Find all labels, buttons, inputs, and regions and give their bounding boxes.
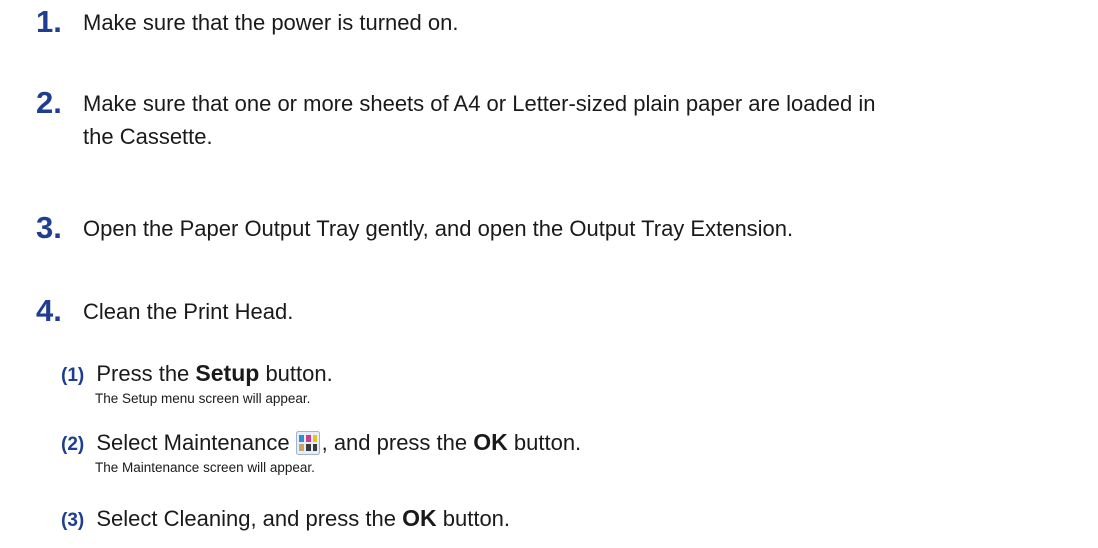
substep-text: button. [513,430,582,455]
substep-text: button. [265,361,333,386]
step-number: 3. [36,210,62,245]
maintenance-icon [295,431,320,455]
step-number: 2. [36,85,62,120]
step-text: Make sure that the power is turned on. [83,10,459,35]
substep-3: (3) Select Cleaning, and press the OK bu… [61,504,510,535]
step-number: 4. [36,293,62,328]
step-2: 2. Make sure that one or more sheets of … [36,87,875,153]
step-text: Clean the Print Head. [83,299,294,324]
step-text: Open the Paper Output Tray gently, and o… [83,216,794,241]
substep-instruction: (2) Select Maintenance , and press the O… [61,428,581,459]
substep-note: The Maintenance screen will appear. [95,460,315,475]
substep-1: (1) Press the Setup button. The Setup me… [61,359,333,408]
substep-number: (2) [61,434,85,455]
substep-2: (2) Select Maintenance , and press the O… [61,428,581,477]
substep-text: Select Cleaning, and press the [96,506,396,531]
step-number: 1. [36,4,62,39]
substep-number: (3) [61,510,85,531]
substep-text: Select Maintenance [96,430,290,455]
step-text-line-2: the Cassette. [83,124,213,149]
substep-text: , and press the [321,430,468,455]
step-text: Make sure that one or more sheets of A4 … [83,87,875,153]
step-1: 1. Make sure that the power is turned on… [36,6,458,39]
step-3: 3. Open the Paper Output Tray gently, an… [36,212,793,245]
step-text-line-1: Make sure that one or more sheets of A4 … [83,91,876,116]
substep-instruction: (1) Press the Setup button. [61,359,333,390]
substep-text: button. [442,506,511,531]
ok-button-name: OK [473,429,508,455]
substep-instruction: (3) Select Cleaning, and press the OK bu… [61,504,510,535]
setup-button-name: Setup [195,360,260,386]
substep-text: Press the [96,361,190,386]
step-4: 4. Clean the Print Head. [36,295,293,328]
ok-button-name: OK [402,505,437,531]
substep-note: The Setup menu screen will appear. [95,391,311,406]
substep-number: (1) [61,365,85,386]
